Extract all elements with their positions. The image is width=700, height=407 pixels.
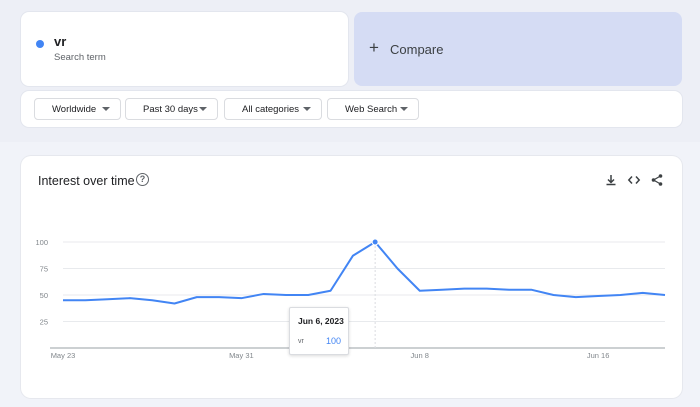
filter-property-dropdown[interactable]: Web Search bbox=[327, 98, 419, 120]
highlighted-data-point[interactable] bbox=[371, 238, 379, 246]
filter-property-label: Web Search bbox=[345, 103, 398, 115]
filter-location-label: Worldwide bbox=[52, 103, 97, 115]
filter-location-dropdown[interactable]: Worldwide bbox=[34, 98, 121, 120]
filter-time-label: Past 30 days bbox=[143, 103, 198, 115]
series-line-vr[interactable] bbox=[63, 241, 666, 305]
y-tick-label: 100 bbox=[35, 238, 48, 247]
x-tick-label: May 23 bbox=[51, 351, 76, 360]
x-tick-label: May 31 bbox=[229, 351, 254, 360]
filters-bar: Worldwide Past 30 days All categories We… bbox=[21, 91, 682, 127]
search-term-name[interactable]: vr bbox=[54, 34, 66, 49]
tooltip-date: Jun 6, 2023 bbox=[298, 316, 344, 326]
y-tick-label: 75 bbox=[40, 265, 48, 274]
tooltip-term: vr bbox=[298, 338, 304, 345]
plus-icon: + bbox=[369, 38, 379, 57]
chevron-down-icon bbox=[400, 107, 408, 111]
filter-category-dropdown[interactable]: All categories bbox=[224, 98, 322, 120]
y-tick-label: 50 bbox=[40, 291, 48, 300]
tooltip-value: 100 bbox=[325, 336, 341, 346]
compare-label: Compare bbox=[390, 42, 444, 57]
search-term-subtitle: Search term bbox=[54, 52, 106, 63]
data-point-tooltip: Jun 6, 2023 vr 100 bbox=[289, 307, 349, 355]
filter-category-label: All categories bbox=[242, 103, 300, 115]
compare-button[interactable]: + Compare bbox=[354, 12, 682, 86]
line-chart: 100 75 50 25 May 23 May 31 Jun 8 Jun 16 bbox=[35, 238, 666, 360]
interest-over-time-card: Interest over time ? 100 75 50 25 May 23 May… bbox=[21, 156, 682, 398]
search-term-card[interactable]: vr Search term bbox=[21, 12, 348, 86]
y-tick-label: 25 bbox=[40, 318, 48, 327]
chevron-down-icon bbox=[303, 107, 311, 111]
chevron-down-icon bbox=[102, 107, 110, 111]
chevron-down-icon bbox=[199, 107, 207, 111]
x-tick-label: Jun 8 bbox=[411, 351, 429, 360]
series-color-dot bbox=[36, 40, 44, 48]
x-tick-label: Jun 16 bbox=[587, 351, 610, 360]
filter-time-dropdown[interactable]: Past 30 days bbox=[125, 98, 218, 120]
